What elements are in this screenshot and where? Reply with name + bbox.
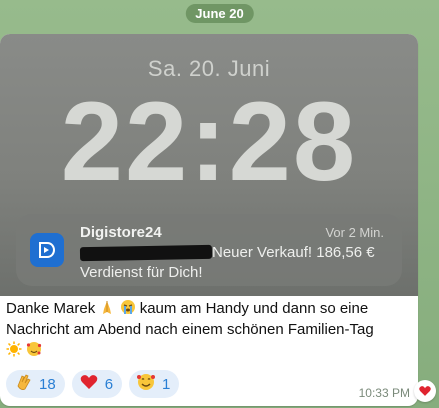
date-separator: June 20: [185, 4, 254, 23]
notification-app-name: Digistore24: [80, 224, 162, 241]
smiling-face-with-hearts-icon: [26, 341, 42, 357]
sun-icon: [6, 341, 22, 357]
folded-hands-icon: [99, 299, 115, 315]
message-text: Danke Marek kaum am Handy und dann so ei…: [6, 298, 410, 361]
clapping-hands-icon: [13, 372, 33, 396]
redaction-scribble: [79, 244, 213, 262]
digistore-app-icon: [30, 233, 64, 267]
reaction-count: 18: [39, 375, 56, 393]
message-bubble[interactable]: Sa. 20. Juni 22:28 Digistore24 Vor 2 Min…: [0, 34, 418, 406]
lockscreen-time: 22:28: [60, 79, 358, 204]
smiling-face-with-hearts-icon: [136, 372, 156, 396]
notification-title: Neuer Verkauf! 186,56 €: [212, 244, 375, 261]
message-timestamp: 10:33 PM: [358, 386, 410, 400]
red-heart-icon: [79, 372, 99, 396]
reaction-count: 1: [162, 375, 171, 393]
reaction-clap[interactable]: 18: [6, 370, 65, 398]
my-reaction-heart-icon[interactable]: [414, 380, 436, 402]
reactions-bar: 18 6 1: [6, 370, 180, 398]
notification-card: Digistore24 Vor 2 Min. Neuer Verkauf! 18…: [16, 214, 402, 286]
screenshot-image[interactable]: Sa. 20. Juni 22:28 Digistore24 Vor 2 Min…: [0, 34, 418, 296]
notification-age: Vor 2 Min.: [325, 225, 384, 240]
notification-body: Verdienst für Dich!: [80, 264, 203, 281]
reaction-love-face[interactable]: 1: [129, 370, 180, 398]
reaction-heart[interactable]: 6: [71, 370, 123, 398]
reaction-count: 6: [104, 375, 114, 393]
loudly-crying-face-icon: [120, 299, 136, 315]
message-text-part1: Danke Marek: [6, 300, 100, 317]
